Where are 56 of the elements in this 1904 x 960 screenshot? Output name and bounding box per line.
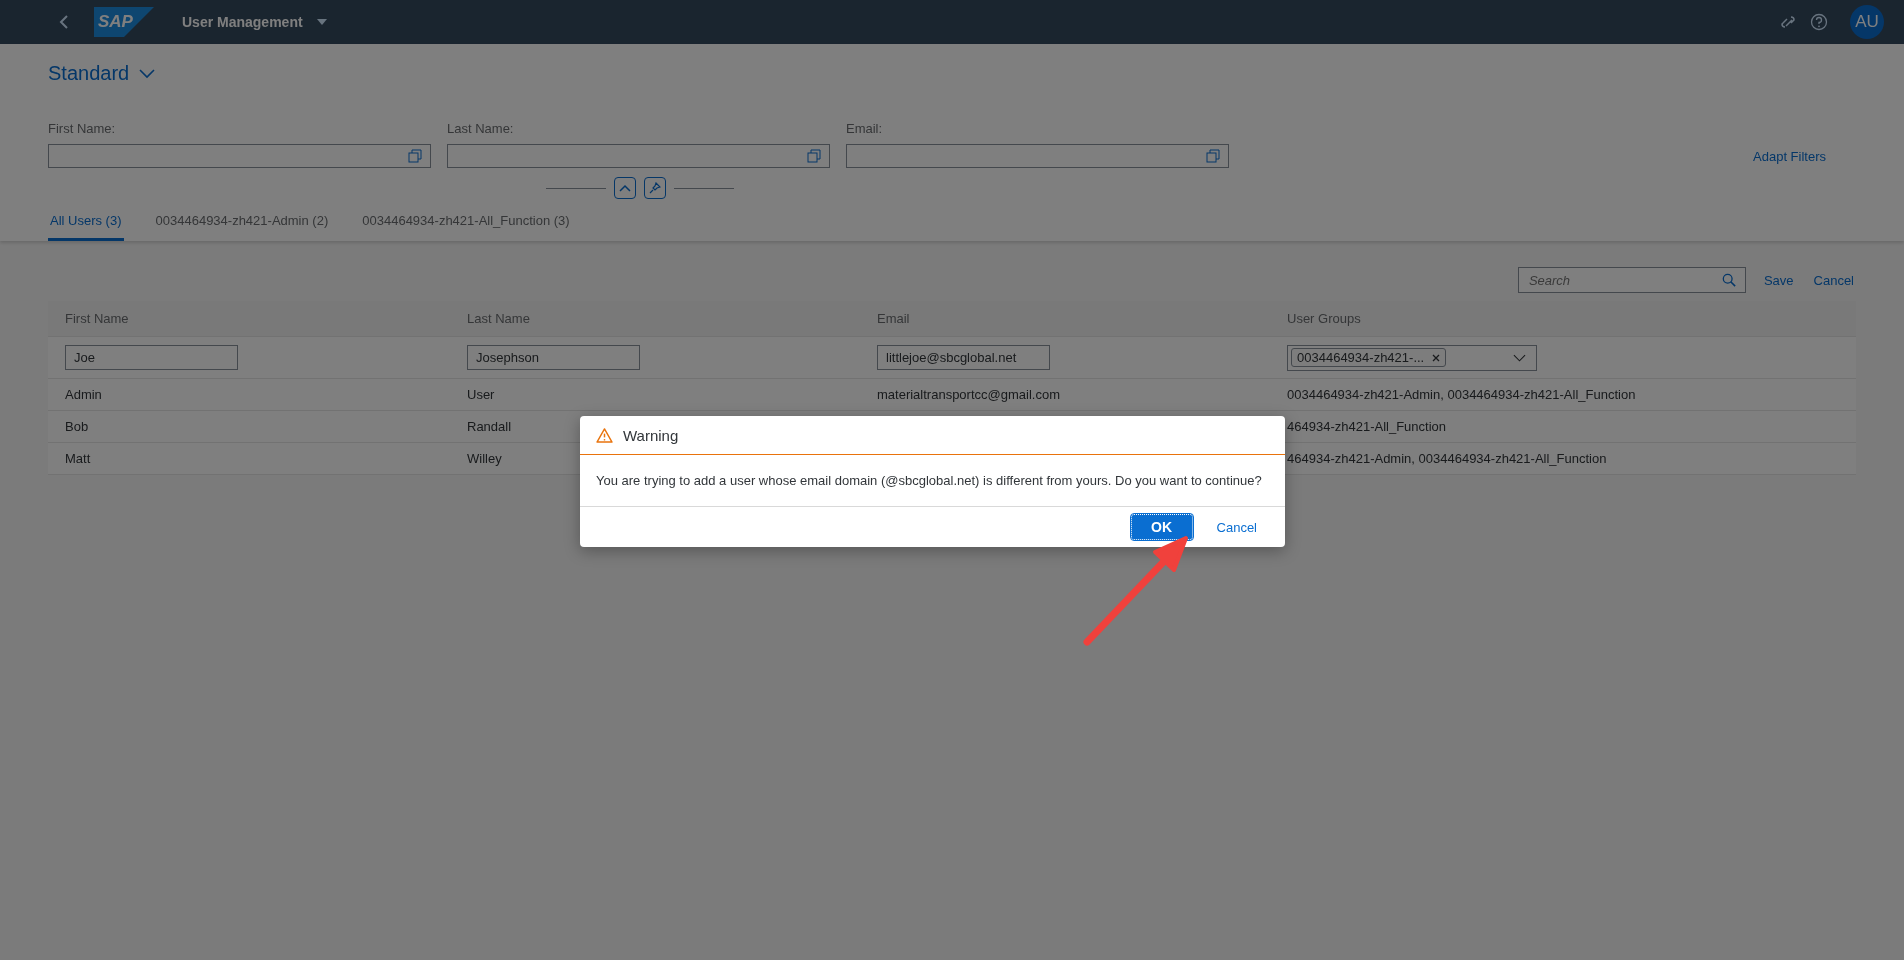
warning-icon: [596, 427, 613, 443]
filter-input[interactable]: [48, 144, 431, 168]
table-cell: Matt: [65, 451, 91, 466]
cancel-button[interactable]: Cancel: [1204, 514, 1269, 540]
ok-button[interactable]: OK: [1130, 514, 1193, 540]
table-cell: User: [467, 387, 495, 402]
variant-title[interactable]: Standard: [48, 62, 130, 85]
filter-input[interactable]: [447, 144, 830, 168]
column-header: Email: [877, 311, 911, 326]
chevron-down-icon[interactable]: [1513, 353, 1526, 362]
chevron-down-icon[interactable]: [139, 68, 156, 79]
adapt-filters-link[interactable]: Adapt Filters: [1753, 149, 1826, 164]
filter-label: Email:: [846, 121, 884, 136]
caret-icon[interactable]: [316, 19, 327, 25]
table-cell: materialtransportcc@gmail.com: [877, 387, 1060, 402]
cancel-button[interactable]: Cancel: [1811, 268, 1856, 292]
dialog-title: Warning: [623, 426, 679, 444]
column-header: User Groups: [1287, 311, 1362, 326]
search-icon[interactable]: [1721, 273, 1736, 287]
logo[interactable]: SAP: [94, 7, 154, 37]
help-icon[interactable]: [1810, 13, 1828, 31]
group-token[interactable]: 0034464934-zh421-...: [1291, 348, 1447, 367]
value-help-icon[interactable]: [1206, 149, 1220, 163]
link-icon[interactable]: [1780, 14, 1796, 30]
table-cell: Bob: [65, 419, 89, 434]
table-cell: 464934-zh421-All_Function: [1287, 419, 1446, 434]
table-cell: 0034464934-zh421-Admin, 0034464934-zh421-All_Function: [1287, 387, 1636, 402]
table-cell: Admin: [65, 387, 102, 402]
table-cell: Randall: [467, 419, 512, 434]
pin-icon: [649, 182, 661, 194]
email-input[interactable]: littlejoe@sbcglobal.net: [877, 345, 1050, 370]
pin-button[interactable]: [644, 177, 666, 199]
tab[interactable]: All Users (3): [48, 205, 124, 241]
column-header: First Name: [65, 311, 130, 326]
filter-label: First Name:: [48, 121, 117, 136]
tab[interactable]: 0034464934-zh421-Admin (2): [153, 205, 331, 241]
avatar[interactable]: AU: [1850, 5, 1884, 39]
user-groups-combobox[interactable]: 0034464934-zh421-...: [1287, 344, 1537, 371]
chevron-up-icon: [619, 184, 631, 192]
value-help-icon[interactable]: [807, 149, 821, 163]
save-button[interactable]: Save: [1761, 268, 1796, 292]
close-icon[interactable]: [1432, 353, 1441, 362]
filter-label: Last Name:: [447, 121, 515, 136]
tab[interactable]: 0034464934-zh421-All_Function (3): [360, 205, 572, 241]
search-field[interactable]: Search: [1517, 267, 1746, 293]
collapse-button[interactable]: [614, 177, 636, 199]
value-help-icon[interactable]: [408, 149, 422, 163]
back-icon[interactable]: [58, 14, 70, 30]
app-title[interactable]: User Management: [182, 14, 303, 30]
table-cell: 464934-zh421-Admin, 0034464934-zh421-All_Function: [1287, 451, 1607, 466]
first-name-input[interactable]: Joe: [65, 345, 238, 370]
table-cell: Willey: [467, 451, 502, 466]
column-header: Last Name: [467, 311, 531, 326]
filter-input[interactable]: [846, 144, 1229, 168]
last-name-input[interactable]: Josephson: [467, 345, 640, 370]
dialog-message: You are trying to add a user whose email domain (@sbcglobal.net) is different from yours. Do you want to continue?: [580, 455, 1285, 507]
